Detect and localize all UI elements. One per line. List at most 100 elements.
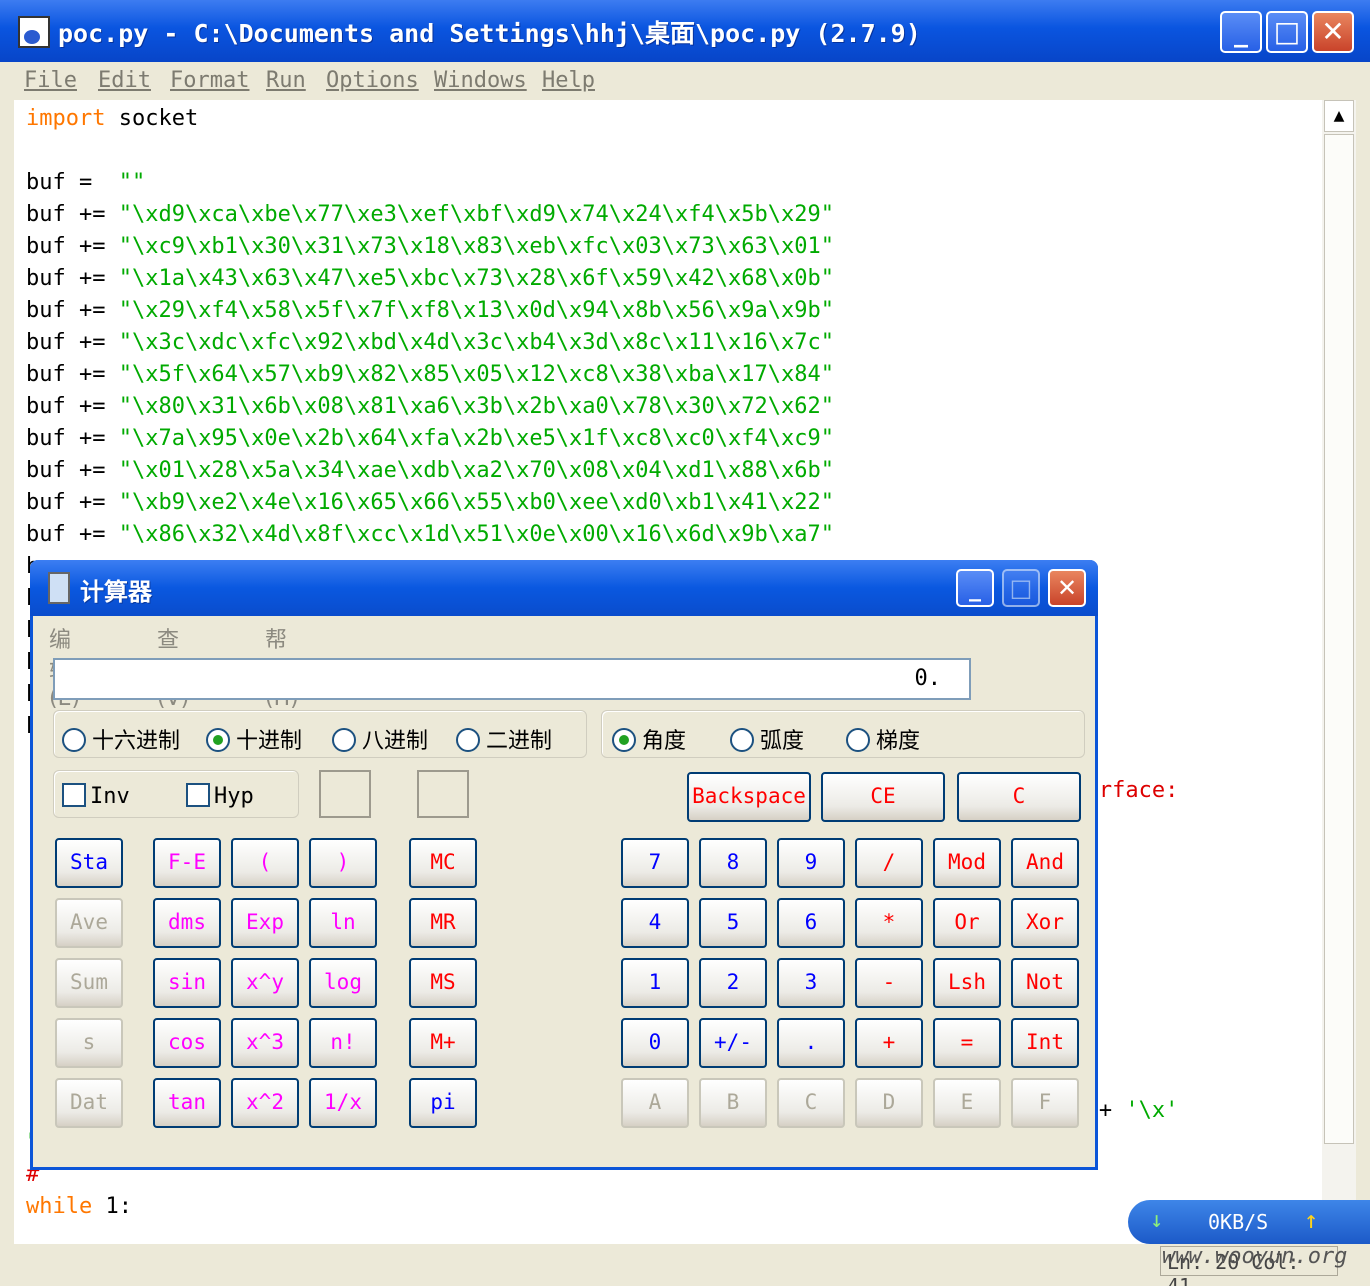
calc-key-not[interactable]: Not bbox=[1011, 958, 1079, 1008]
calc-key-9[interactable]: 9 bbox=[777, 838, 845, 888]
radio-grads[interactable]: 梯度 bbox=[846, 723, 920, 755]
calc-key-xpow3[interactable]: x^3 bbox=[231, 1018, 299, 1068]
calc-key-2[interactable]: 2 bbox=[699, 958, 767, 1008]
radio-hex[interactable]: 十六进制 bbox=[62, 723, 180, 755]
calculator-display: 0. bbox=[53, 658, 971, 700]
calc-key-plusdivideminus[interactable]: +/- bbox=[699, 1018, 767, 1068]
calc-key-ms[interactable]: MS bbox=[409, 958, 477, 1008]
calc-key-1dividex[interactable]: 1/x bbox=[309, 1078, 377, 1128]
calc-key-rparen[interactable]: ) bbox=[309, 838, 377, 888]
code-token: buf = bbox=[26, 170, 119, 195]
code-token: "\x01\x28\x5a\x34\xae\xdb\xa2\x70\x08\x0… bbox=[118, 458, 834, 483]
calc-key-6[interactable]: 6 bbox=[777, 898, 845, 948]
calc-key-0[interactable]: 0 bbox=[621, 1018, 689, 1068]
code-line: buf += "\x29\xf4\x58\x5f\x7f\xf8\x13\x0d… bbox=[26, 298, 834, 330]
scroll-up-arrow-icon[interactable]: ▲ bbox=[1324, 100, 1354, 132]
calc-key-tan[interactable]: tan bbox=[153, 1078, 221, 1128]
scrollbar-thumb[interactable] bbox=[1324, 134, 1354, 1144]
menu-options[interactable]: Options bbox=[326, 68, 419, 93]
radio-radians-circle[interactable] bbox=[730, 728, 754, 752]
menu-format[interactable]: Format bbox=[170, 68, 249, 93]
maximize-button[interactable]: □ bbox=[1266, 11, 1308, 53]
idle-title-bar[interactable]: poc.py - C:\Documents and Settings\hhj\桌… bbox=[0, 0, 1370, 62]
code-token: "\xd9\xca\xbe\x77\xe3\xef\xbf\xd9\x74\x2… bbox=[118, 202, 834, 227]
code-token: buf += bbox=[26, 362, 119, 387]
checkbox-inv-box[interactable] bbox=[62, 783, 86, 807]
radio-dec-circle[interactable] bbox=[206, 728, 230, 752]
code-line: buf += "\xc9\xb1\x30\x31\x73\x18\x83\xeb… bbox=[26, 234, 834, 266]
calc-minimize-button[interactable]: _ bbox=[956, 569, 994, 607]
calc-key-equals[interactable]: = bbox=[933, 1018, 1001, 1068]
code-token: "\xc9\xb1\x30\x31\x73\x18\x83\xeb\xfc\x0… bbox=[118, 234, 834, 259]
checkbox-hyp[interactable]: Hyp bbox=[186, 783, 254, 809]
calc-key-fminuse[interactable]: F-E bbox=[153, 838, 221, 888]
radio-degrees-circle[interactable] bbox=[612, 728, 636, 752]
clear-button[interactable]: C bbox=[957, 772, 1081, 822]
calc-key-plus[interactable]: + bbox=[855, 1018, 923, 1068]
calc-key-dot[interactable]: . bbox=[777, 1018, 845, 1068]
calc-key-4[interactable]: 4 bbox=[621, 898, 689, 948]
code-token: "\x29\xf4\x58\x5f\x7f\xf8\x13\x0d\x94\x8… bbox=[118, 298, 834, 323]
calc-key-log[interactable]: log bbox=[309, 958, 377, 1008]
calc-key-nfact[interactable]: n! bbox=[309, 1018, 377, 1068]
menu-file[interactable]: File bbox=[24, 68, 77, 93]
calc-key-divide[interactable]: / bbox=[855, 838, 923, 888]
code-token: 1: bbox=[92, 1194, 132, 1219]
calc-key-mplus[interactable]: M+ bbox=[409, 1018, 477, 1068]
checkbox-inv[interactable]: Inv bbox=[62, 783, 130, 809]
clear-entry-button[interactable]: CE bbox=[821, 772, 945, 822]
checkbox-hyp-label: Hyp bbox=[214, 784, 254, 809]
calc-key-3[interactable]: 3 bbox=[777, 958, 845, 1008]
checkbox-hyp-box[interactable] bbox=[186, 783, 210, 807]
calc-key-xpowy[interactable]: x^y bbox=[231, 958, 299, 1008]
calc-key-dms[interactable]: dms bbox=[153, 898, 221, 948]
calc-key-lparen[interactable]: ( bbox=[231, 838, 299, 888]
calc-key-1[interactable]: 1 bbox=[621, 958, 689, 1008]
calc-key-int[interactable]: Int bbox=[1011, 1018, 1079, 1068]
calc-key-sin[interactable]: sin bbox=[153, 958, 221, 1008]
backspace-button[interactable]: Backspace bbox=[687, 772, 811, 822]
calc-key-xor[interactable]: Xor bbox=[1011, 898, 1079, 948]
calc-key-mc[interactable]: MC bbox=[409, 838, 477, 888]
calc-key-xpow2[interactable]: x^2 bbox=[231, 1078, 299, 1128]
calc-key-sta[interactable]: Sta bbox=[55, 838, 123, 888]
menu-run[interactable]: Run bbox=[266, 68, 306, 93]
calc-key-ln[interactable]: ln bbox=[309, 898, 377, 948]
radio-dec[interactable]: 十进制 bbox=[206, 723, 302, 755]
radio-oct[interactable]: 八进制 bbox=[332, 723, 428, 755]
close-button[interactable]: ✕ bbox=[1312, 11, 1354, 53]
code-token: "\x7a\x95\x0e\x2b\x64\xfa\x2b\xe5\x1f\xc… bbox=[118, 426, 834, 451]
calc-key-7[interactable]: 7 bbox=[621, 838, 689, 888]
menu-edit[interactable]: Edit bbox=[98, 68, 151, 93]
calc-key-cos[interactable]: cos bbox=[153, 1018, 221, 1068]
calc-key-8[interactable]: 8 bbox=[699, 838, 767, 888]
calc-key-multiply[interactable]: * bbox=[855, 898, 923, 948]
minimize-button[interactable]: _ bbox=[1220, 11, 1262, 53]
calc-key-exp[interactable]: Exp bbox=[231, 898, 299, 948]
code-token: buf += bbox=[26, 458, 119, 483]
radio-grads-circle[interactable] bbox=[846, 728, 870, 752]
code-token: "\x80\x31\x6b\x08\x81\xa6\x3b\x2b\xa0\x7… bbox=[118, 394, 834, 419]
calculator-title-bar[interactable]: 计算器 _ □ ✕ bbox=[30, 560, 1098, 616]
menu-help[interactable]: Help bbox=[542, 68, 595, 93]
vertical-scrollbar[interactable]: ▲ bbox=[1322, 100, 1356, 1244]
radio-degrees[interactable]: 角度 bbox=[612, 723, 686, 755]
calc-key-minus[interactable]: - bbox=[855, 958, 923, 1008]
calc-key-mod[interactable]: Mod bbox=[933, 838, 1001, 888]
calc-key-and[interactable]: And bbox=[1011, 838, 1079, 888]
calc-key-sum: Sum bbox=[55, 958, 123, 1008]
code-token: '\x' bbox=[1125, 1098, 1179, 1123]
radio-bin[interactable]: 二进制 bbox=[456, 723, 552, 755]
calc-key-or[interactable]: Or bbox=[933, 898, 1001, 948]
radio-bin-circle[interactable] bbox=[456, 728, 480, 752]
calc-key-5[interactable]: 5 bbox=[699, 898, 767, 948]
code-line: buf += "\x1a\x43\x63\x47\xe5\xbc\x73\x28… bbox=[26, 266, 834, 298]
calc-key-lsh[interactable]: Lsh bbox=[933, 958, 1001, 1008]
radio-radians[interactable]: 弧度 bbox=[730, 723, 804, 755]
radio-hex-circle[interactable] bbox=[62, 728, 86, 752]
calc-key-mr[interactable]: MR bbox=[409, 898, 477, 948]
calc-close-button[interactable]: ✕ bbox=[1048, 569, 1086, 607]
menu-windows[interactable]: Windows bbox=[434, 68, 527, 93]
radio-oct-circle[interactable] bbox=[332, 728, 356, 752]
calc-key-pi[interactable]: pi bbox=[409, 1078, 477, 1128]
